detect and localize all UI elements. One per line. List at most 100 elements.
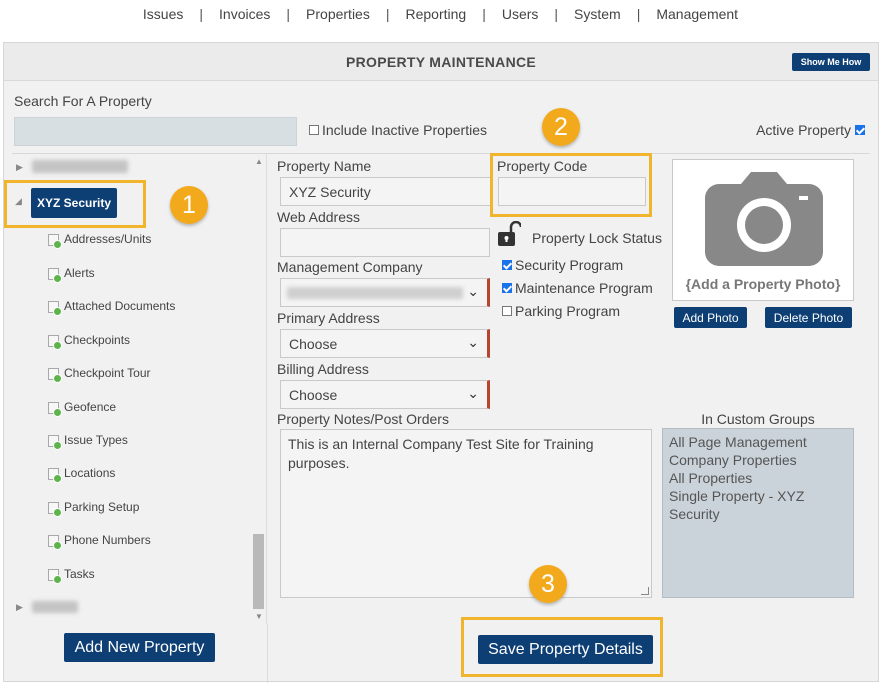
- tree-child-label: Alerts: [64, 265, 95, 280]
- tree-child-item[interactable]: Checkpoint Tour: [48, 365, 151, 383]
- active-property-box[interactable]: [855, 125, 865, 135]
- nav-properties[interactable]: Properties: [290, 6, 386, 22]
- search-label: Search For A Property: [14, 93, 152, 109]
- primary-address-select[interactable]: Choose ⌄: [280, 329, 490, 358]
- active-property-label: Active Property: [756, 122, 851, 138]
- save-property-details-button[interactable]: Save Property Details: [478, 635, 653, 664]
- web-address-input[interactable]: [280, 228, 490, 257]
- page-add-icon: [48, 301, 62, 316]
- tree-child-label: Phone Numbers: [64, 532, 151, 547]
- page-add-icon: [48, 234, 62, 249]
- page-add-icon: [48, 368, 62, 383]
- nav-reporting[interactable]: Reporting: [389, 6, 482, 22]
- nav-invoices[interactable]: Invoices: [203, 6, 286, 22]
- tree-child-item[interactable]: Tasks: [48, 566, 95, 584]
- add-photo-button[interactable]: Add Photo: [674, 307, 747, 328]
- maintenance-program-label: Maintenance Program: [515, 280, 653, 296]
- maintenance-program-checkbox[interactable]: Maintenance Program: [502, 280, 653, 296]
- nav-users[interactable]: Users: [486, 6, 555, 22]
- property-tree: ▶ ◢ XYZ Security 1 Addresses/Units Alert…: [4, 154, 267, 624]
- tree-child-label: Parking Setup: [64, 499, 140, 514]
- tree-child-label: Checkpoint Tour: [64, 365, 151, 380]
- callout-badge-3: 3: [529, 565, 567, 603]
- top-nav: Issues | Invoices | Properties | Reporti…: [0, 0, 881, 28]
- page-add-icon: [48, 569, 62, 584]
- scroll-down-icon[interactable]: ▼: [255, 612, 263, 621]
- primary-address-value: Choose: [289, 336, 338, 352]
- custom-groups-label: In Custom Groups: [701, 411, 815, 427]
- notes-textarea[interactable]: This is an Internal Company Test Site fo…: [280, 429, 652, 598]
- web-address-label: Web Address: [277, 209, 361, 225]
- tree-child-item[interactable]: Geofence: [48, 399, 117, 417]
- include-inactive-checkbox[interactable]: Include Inactive Properties: [309, 122, 487, 138]
- active-property-checkbox[interactable]: Active Property: [756, 122, 868, 138]
- blurred-tree-node[interactable]: [32, 601, 78, 613]
- tree-child-label: Tasks: [64, 566, 95, 581]
- resize-handle-icon[interactable]: [641, 587, 649, 595]
- tree-child-label: Attached Documents: [64, 298, 176, 313]
- billing-address-value: Choose: [289, 387, 338, 403]
- tree-child-item[interactable]: Addresses/Units: [48, 231, 151, 249]
- page-add-icon: [48, 468, 62, 483]
- page-add-icon: [48, 435, 62, 450]
- page-title: PROPERTY MAINTENANCE: [345, 54, 537, 70]
- tree-child-item[interactable]: Locations: [48, 465, 116, 483]
- expand-arrow-icon[interactable]: ▶: [16, 162, 23, 173]
- add-new-property-button[interactable]: Add New Property: [64, 633, 215, 662]
- nav-management[interactable]: Management: [640, 6, 754, 22]
- tree-child-item[interactable]: Phone Numbers: [48, 532, 151, 550]
- billing-address-label: Billing Address: [277, 361, 369, 377]
- panel-header: PROPERTY MAINTENANCE Show Me How: [4, 43, 878, 81]
- callout-highlight-1: [4, 180, 146, 228]
- maintenance-program-box[interactable]: [502, 283, 512, 293]
- management-company-label: Management Company: [277, 259, 423, 275]
- callout-badge-1: 1: [170, 186, 208, 224]
- callout-highlight-2: [490, 153, 652, 217]
- tree-child-item[interactable]: Attached Documents: [48, 298, 176, 316]
- search-input[interactable]: [14, 117, 297, 146]
- notes-text: This is an Internal Company Test Site fo…: [288, 436, 594, 471]
- custom-groups-list[interactable]: All Page Management Company Properties A…: [662, 428, 854, 598]
- delete-photo-button[interactable]: Delete Photo: [765, 307, 852, 328]
- parking-program-box[interactable]: [502, 306, 512, 316]
- property-photo: {Add a Property Photo}: [672, 159, 854, 301]
- property-name-label: Property Name: [277, 158, 372, 174]
- tree-child-item[interactable]: Parking Setup: [48, 499, 140, 517]
- unlock-icon[interactable]: [497, 221, 521, 247]
- nav-issues[interactable]: Issues: [127, 6, 199, 22]
- divider: [267, 624, 268, 683]
- tree-child-item[interactable]: Alerts: [48, 265, 95, 283]
- billing-address-select[interactable]: Choose ⌄: [280, 380, 490, 409]
- include-inactive-box[interactable]: [309, 125, 319, 135]
- tree-child-label: Locations: [64, 465, 116, 480]
- include-inactive-label: Include Inactive Properties: [322, 122, 487, 138]
- group-item[interactable]: All Page Management Company Properties: [669, 433, 847, 469]
- group-item[interactable]: Single Property - XYZ Security: [669, 487, 847, 523]
- property-maintenance-panel: PROPERTY MAINTENANCE Show Me How Search …: [3, 42, 879, 683]
- security-program-checkbox[interactable]: Security Program: [502, 257, 623, 273]
- tree-child-item[interactable]: Checkpoints: [48, 332, 131, 350]
- parking-program-checkbox[interactable]: Parking Program: [502, 303, 620, 319]
- tree-child-label: Geofence: [64, 399, 117, 414]
- security-program-box[interactable]: [502, 260, 512, 270]
- show-me-how-button[interactable]: Show Me How: [792, 53, 870, 71]
- chevron-down-icon: ⌄: [467, 283, 479, 299]
- blurred-company-value: [287, 287, 463, 299]
- blurred-tree-node[interactable]: [32, 160, 128, 173]
- photo-caption: {Add a Property Photo}: [685, 276, 841, 292]
- management-company-select[interactable]: ⌄: [280, 278, 490, 307]
- page-add-icon: [48, 535, 62, 550]
- scroll-up-icon[interactable]: ▲: [255, 157, 263, 166]
- callout-badge-2: 2: [542, 108, 580, 146]
- tree-child-label: Checkpoints: [64, 332, 131, 347]
- expand-arrow-icon[interactable]: ▶: [16, 602, 23, 613]
- tree-scroll-thumb[interactable]: [253, 534, 264, 609]
- page-add-icon: [48, 402, 62, 417]
- chevron-down-icon: ⌄: [467, 385, 479, 401]
- property-name-input[interactable]: XYZ Security: [280, 177, 490, 206]
- page-add-icon: [48, 268, 62, 283]
- page-add-icon: [48, 502, 62, 517]
- group-item[interactable]: All Properties: [669, 469, 847, 487]
- nav-system[interactable]: System: [558, 6, 637, 22]
- tree-child-item[interactable]: Issue Types: [48, 432, 128, 450]
